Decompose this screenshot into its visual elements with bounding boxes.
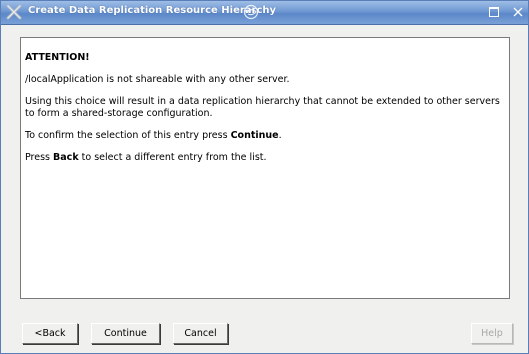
- back-keyword: Back: [53, 152, 79, 163]
- help-button: Help: [471, 323, 513, 344]
- cancel-button[interactable]: Cancel: [173, 323, 228, 344]
- dialog-window: Create Data Replication Resource Hierarc…: [0, 0, 529, 354]
- app-x-icon: [6, 4, 22, 20]
- back-button[interactable]: <Back: [22, 323, 78, 344]
- back-instruction: Press Back to select a different entry f…: [25, 152, 505, 164]
- shareable-message: /localApplication is not shareable with …: [25, 74, 290, 85]
- message-text: ATTENTION! /localApplication is not shar…: [25, 52, 505, 174]
- attention-heading: ATTENTION!: [25, 52, 90, 63]
- swirl-icon: [243, 4, 259, 20]
- title-bar[interactable]: Create Data Replication Resource Hierarc…: [1, 1, 528, 25]
- confirm-prefix: To confirm the selection of this entry p…: [25, 130, 231, 141]
- confirm-keyword: Continue: [230, 130, 279, 141]
- back-suffix: to select a different entry from the lis…: [78, 152, 267, 163]
- window-title: Create Data Replication Resource Hierarc…: [28, 5, 277, 16]
- continue-button[interactable]: Continue: [91, 323, 160, 344]
- confirm-suffix: .: [278, 130, 282, 141]
- back-prefix: Press: [25, 152, 54, 163]
- maximize-icon[interactable]: [489, 7, 499, 17]
- confirm-instruction: To confirm the selection of this entry p…: [25, 130, 505, 142]
- hierarchy-warning: Using this choice will result in a data …: [25, 96, 500, 119]
- message-panel: ATTENTION! /localApplication is not shar…: [20, 37, 510, 299]
- close-icon[interactable]: [512, 5, 524, 19]
